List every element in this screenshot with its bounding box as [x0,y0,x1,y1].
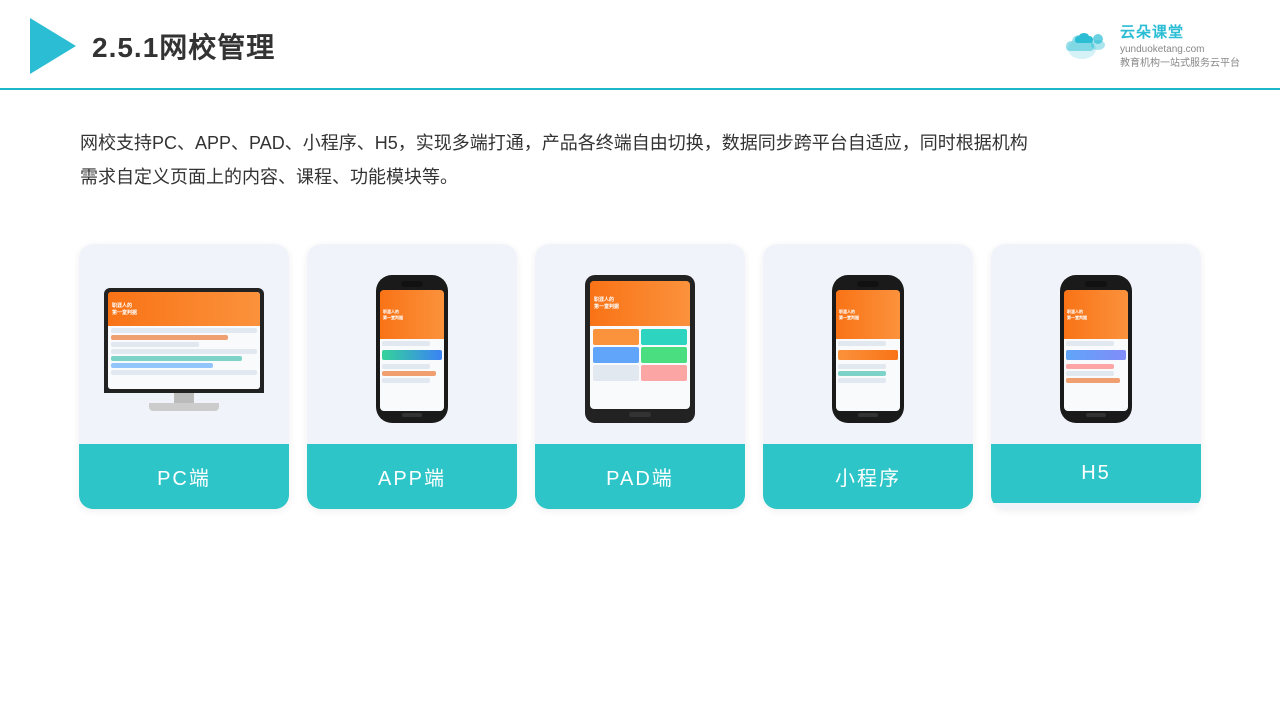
miniprogram-label: 小程序 [763,444,973,509]
phone-item-3-h5 [1066,371,1114,376]
pc-screen-bar: 职涯人的第一堂判据 [108,292,260,326]
phone-item-3-app [382,371,436,376]
phone-bar-title-app: 职涯人的第一堂判据 [383,309,441,320]
brand-name: 云朵课堂 [1120,22,1184,43]
phone-body-mini [836,339,900,385]
phone-notch-mini [857,281,879,287]
phone-item-1-mini [838,341,886,346]
phone-item-3-mini [838,371,886,376]
phone-screen-bar-mini: 职涯人的第一堂判据 [836,290,900,338]
pc-label: PC端 [79,444,289,509]
tablet-item-3 [593,347,639,363]
brand-logo: 云朵课堂 yunduoketang.com 教育机构一站式服务云平台 [1060,22,1240,71]
phone-body-h5 [1064,339,1128,385]
device-card-pad: 职涯人的第一堂判据 PAD端 [535,244,745,509]
pc-screen-bar-text: 职涯人的第一堂判据 [112,302,137,316]
pad-label: PAD端 [535,444,745,509]
page-title: 2.5.1网校管理 [92,26,275,66]
phone-img-app [382,350,442,360]
pc-row-3 [111,342,199,347]
pc-row-2 [111,335,228,340]
phone-screen-h5: 职涯人的第一堂判据 [1064,290,1128,411]
phone-img-mini [838,350,898,360]
pc-screen-rows [108,326,260,377]
phone-screen-bar-app: 职涯人的第一堂判据 [380,290,444,338]
pc-row-6 [111,363,213,368]
app-label: APP端 [307,444,517,509]
phone-item-1-app [382,341,430,346]
device-card-app: 职涯人的第一堂判据 APP端 [307,244,517,509]
phone-item-4-app [382,378,430,383]
pc-neck [174,393,194,403]
header: 2.5.1网校管理 云朵课堂 yunduoketang.com 教育机构一站式服… [0,0,1280,90]
h5-label: H5 [991,444,1201,503]
pc-row-1 [111,328,257,333]
phone-item-4-h5 [1066,378,1120,383]
phone-screen-bar-h5: 职涯人的第一堂判据 [1064,290,1128,338]
description: 网校支持PC、APP、PAD、小程序、H5，实现多端打通，产品各终端自由切换，数… [0,90,1280,214]
brand-slogan: 教育机构一站式服务云平台 [1120,57,1240,71]
brand-domain: yunduoketang.com [1120,43,1205,57]
pc-base [149,403,219,411]
description-text: 网校支持PC、APP、PAD、小程序、H5，实现多端打通，产品各终端自由切换，数… [80,126,1200,194]
device-card-pc: 职涯人的第一堂判据 [79,244,289,509]
phone-item-2-app [382,364,430,369]
tablet-item-2 [641,329,687,345]
phone-item-4-mini [838,378,886,383]
h5-image-area: 职涯人的第一堂判据 [991,244,1201,444]
tablet-screen-body [590,326,690,384]
device-cards-container: 职涯人的第一堂判据 [0,224,1280,539]
miniprogram-image-area: 职涯人的第一堂判据 [763,244,973,444]
phone-item-2-h5 [1066,364,1114,369]
tablet-item-4 [641,347,687,363]
phone-body-app [380,339,444,385]
phone-home-app [402,413,422,417]
app-image-area: 职涯人的第一堂判据 [307,244,517,444]
tablet-item-6 [641,365,687,381]
tablet-item-5 [593,365,639,381]
tablet-screen-bar: 职涯人的第一堂判据 [590,281,690,326]
brand-text: 云朵课堂 yunduoketang.com 教育机构一站式服务云平台 [1120,22,1240,71]
tablet-screen: 职涯人的第一堂判据 [590,281,690,409]
phone-notch-h5 [1085,281,1107,287]
phone-screen-mini: 职涯人的第一堂判据 [836,290,900,411]
pad-image-area: 职涯人的第一堂判据 [535,244,745,444]
pc-row-5 [111,356,242,361]
tablet-bar-title: 职涯人的第一堂判据 [594,297,686,311]
pc-row-7 [111,370,257,375]
pc-image-area: 职涯人的第一堂判据 [79,244,289,444]
phone-notch-app [401,281,423,287]
pc-screen-body [108,326,260,389]
phone-mockup-app: 职涯人的第一堂判据 [376,275,448,423]
phone-item-1-h5 [1066,341,1114,346]
phone-img-h5 [1066,350,1126,360]
tablet-mockup: 职涯人的第一堂判据 [585,275,695,423]
phone-bar-title-mini: 职涯人的第一堂判据 [839,309,897,320]
phone-mockup-h5: 职涯人的第一堂判据 [1060,275,1132,423]
phone-home-mini [858,413,878,417]
cloud-icon [1060,27,1112,65]
tablet-home [629,412,651,417]
phone-home-h5 [1086,413,1106,417]
device-card-h5: 职涯人的第一堂判据 H5 [991,244,1201,509]
phone-bar-title-h5: 职涯人的第一堂判据 [1067,309,1125,320]
phone-mockup-mini: 职涯人的第一堂判据 [832,275,904,423]
phone-screen-app: 职涯人的第一堂判据 [380,290,444,411]
pc-screen-inner: 职涯人的第一堂判据 [108,292,260,389]
pc-screen-outer: 职涯人的第一堂判据 [104,288,264,393]
pc-mockup: 职涯人的第一堂判据 [99,288,269,411]
device-card-miniprogram: 职涯人的第一堂判据 小程序 [763,244,973,509]
pc-row-4 [111,349,257,354]
header-left: 2.5.1网校管理 [30,18,275,74]
phone-item-2-mini [838,364,886,369]
tablet-item-1 [593,329,639,345]
logo-triangle-icon [30,18,76,74]
